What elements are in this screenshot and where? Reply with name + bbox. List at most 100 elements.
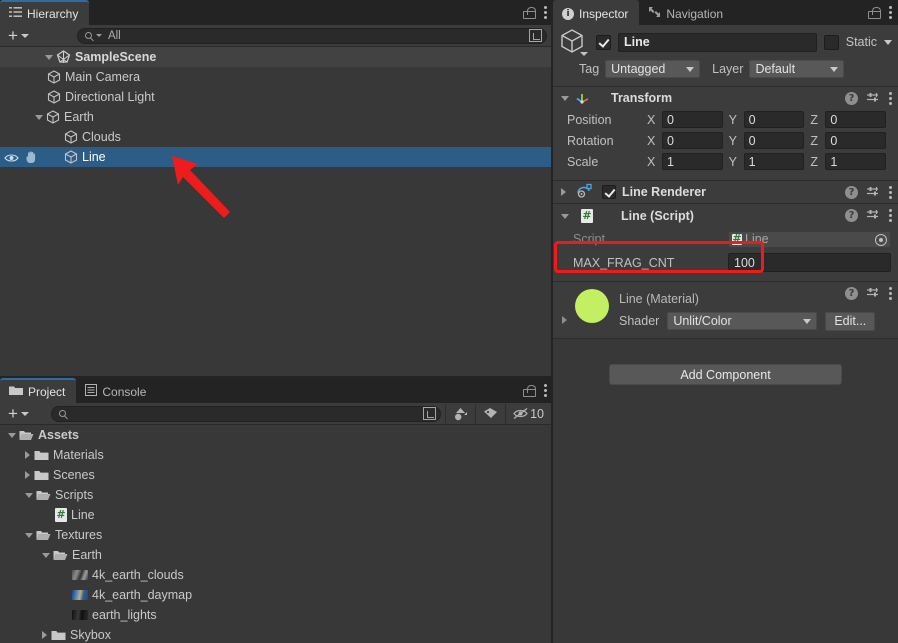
- foldout-icon[interactable]: [42, 552, 50, 558]
- transform-rotation-y-input[interactable]: 0: [743, 132, 805, 149]
- project-item-4k_earth_daymap[interactable]: 4k_earth_daymap: [0, 585, 553, 605]
- project-search-input[interactable]: [50, 405, 442, 422]
- panel-divider-horizontal[interactable]: [0, 376, 551, 378]
- transform-position-y-input[interactable]: 0: [743, 111, 805, 128]
- max-frag-cnt-input[interactable]: 100: [728, 253, 891, 272]
- visibility-controls[interactable]: [4, 150, 37, 164]
- transform-scale-y-input[interactable]: 1: [743, 153, 805, 170]
- hand-icon[interactable]: [25, 150, 37, 164]
- tab-console[interactable]: Console: [76, 378, 157, 403]
- hierarchy-search-input[interactable]: [76, 27, 547, 44]
- chevron-down-icon: [686, 66, 695, 72]
- project-item-assets[interactable]: Assets: [0, 425, 553, 445]
- lock-icon[interactable]: [523, 384, 536, 397]
- gameobject-name-input[interactable]: Line: [618, 32, 817, 52]
- shader-edit-button[interactable]: Edit...: [825, 311, 876, 331]
- line-renderer-component-header[interactable]: Line Renderer ?: [553, 181, 898, 203]
- gameobject-icon-dropdown[interactable]: [580, 52, 588, 56]
- project-item-textures[interactable]: Textures: [0, 525, 553, 545]
- add-component-button[interactable]: Add Component: [609, 364, 842, 385]
- static-checkbox[interactable]: [823, 34, 839, 50]
- eye-icon[interactable]: [4, 152, 19, 162]
- tab-hierarchy[interactable]: Hierarchy: [0, 0, 90, 25]
- transform-component-header[interactable]: Transform ?: [553, 87, 898, 109]
- hierarchy-item-directional-light[interactable]: Directional Light: [0, 87, 553, 107]
- transform-foldout-icon[interactable]: [561, 95, 569, 101]
- hierarchy-item-earth[interactable]: Earth: [0, 107, 553, 127]
- help-icon[interactable]: ?: [845, 185, 858, 199]
- tab-project[interactable]: Project: [0, 378, 77, 403]
- project-item-scenes[interactable]: Scenes: [0, 465, 553, 485]
- label-filter-icon[interactable]: [475, 403, 505, 424]
- object-picker-icon[interactable]: [875, 233, 887, 246]
- help-icon[interactable]: ?: [845, 91, 858, 105]
- foldout-icon[interactable]: [35, 114, 43, 120]
- tab-inspector[interactable]: i Inspector: [553, 0, 640, 25]
- tag-dropdown[interactable]: Untagged: [605, 60, 701, 78]
- line-script-component-header[interactable]: Line (Script) ?: [553, 204, 898, 228]
- project-item-line[interactable]: Line: [0, 505, 553, 525]
- foldout-icon[interactable]: [25, 492, 33, 498]
- transform-rotation-x-input[interactable]: 0: [662, 132, 723, 149]
- project-search-field[interactable]: [69, 407, 420, 420]
- foldout-icon[interactable]: [42, 631, 47, 639]
- hierarchy-tree[interactable]: SampleScene Main Camera Directional Light E…: [0, 47, 553, 378]
- project-item-earth_lights[interactable]: earth_lights: [0, 605, 553, 625]
- hierarchy-item-main-camera[interactable]: Main Camera: [0, 67, 553, 87]
- expand-search-icon[interactable]: [423, 407, 437, 420]
- transform-menu-icon[interactable]: [888, 91, 892, 105]
- static-dropdown-icon[interactable]: [884, 39, 892, 45]
- hierarchy-item-samplescene[interactable]: SampleScene: [0, 47, 553, 67]
- line-renderer-foldout-icon[interactable]: [561, 188, 566, 196]
- preset-icon[interactable]: [866, 287, 880, 300]
- shader-dropdown[interactable]: Unlit/Color: [667, 312, 818, 330]
- transform-scale-x-input[interactable]: 1: [662, 153, 723, 170]
- hierarchy-item-line[interactable]: Line: [0, 147, 553, 167]
- inspector-menu-icon[interactable]: [888, 6, 892, 20]
- project-item-scripts[interactable]: Scripts: [0, 485, 553, 505]
- foldout-icon[interactable]: [25, 451, 30, 459]
- tab-navigation[interactable]: Navigation: [639, 0, 734, 25]
- project-menu-icon[interactable]: [543, 384, 547, 398]
- gameobject-enabled-checkbox[interactable]: [596, 34, 611, 50]
- help-icon[interactable]: ?: [845, 286, 858, 300]
- line-renderer-enabled-checkbox[interactable]: [602, 185, 616, 199]
- material-foldout-icon[interactable]: [562, 316, 567, 324]
- material-menu-icon[interactable]: [888, 286, 892, 300]
- project-item-skybox[interactable]: Skybox: [0, 625, 553, 643]
- transform-rotation-z-input[interactable]: 0: [825, 132, 887, 149]
- lock-icon[interactable]: [523, 6, 536, 19]
- foldout-icon[interactable]: [25, 532, 33, 538]
- lock-icon[interactable]: [868, 6, 881, 19]
- hidden-count-badge[interactable]: 10: [505, 403, 549, 424]
- transform-position-x-input[interactable]: 0: [662, 111, 723, 128]
- hierarchy-search-field[interactable]: [107, 29, 525, 42]
- line-renderer-menu-icon[interactable]: [888, 185, 892, 199]
- help-icon[interactable]: ?: [845, 208, 858, 222]
- project-add-button[interactable]: +: [4, 405, 35, 423]
- expand-search-icon[interactable]: [529, 29, 542, 42]
- project-item-materials[interactable]: Materials: [0, 445, 553, 465]
- layer-dropdown[interactable]: Default: [749, 60, 845, 78]
- hierarchy-menu-icon[interactable]: [543, 6, 547, 20]
- foldout-icon[interactable]: [8, 432, 16, 438]
- project-tree[interactable]: Assets Materials Scenes Scripts Line Textures…: [0, 425, 553, 643]
- transform-scale-z-input[interactable]: 1: [825, 153, 887, 170]
- script-object-field[interactable]: Line: [728, 230, 891, 248]
- preset-icon[interactable]: [866, 186, 880, 199]
- line-script-menu-icon[interactable]: [888, 208, 892, 222]
- search-dropdown-icon[interactable]: [95, 34, 102, 37]
- shader-edit-label: Edit...: [834, 314, 867, 328]
- project-item-4k_earth_clouds[interactable]: 4k_earth_clouds: [0, 565, 553, 585]
- object-filter-icon[interactable]: [445, 403, 475, 424]
- transform-position-z-input[interactable]: 0: [825, 111, 887, 128]
- transform-fields: Position X 0 Y 0 Z 0 Rotation X 0 Y 0 Z 0 Scale X 1 Y 1 Z 1: [553, 109, 898, 172]
- foldout-icon[interactable]: [45, 54, 53, 60]
- preset-icon[interactable]: [866, 92, 880, 105]
- foldout-icon[interactable]: [25, 471, 30, 479]
- line-script-foldout-icon[interactable]: [561, 213, 569, 219]
- preset-icon[interactable]: [866, 209, 880, 222]
- hierarchy-item-clouds[interactable]: Clouds: [0, 127, 553, 147]
- project-item-earth[interactable]: Earth: [0, 545, 553, 565]
- hierarchy-add-button[interactable]: +: [4, 27, 35, 45]
